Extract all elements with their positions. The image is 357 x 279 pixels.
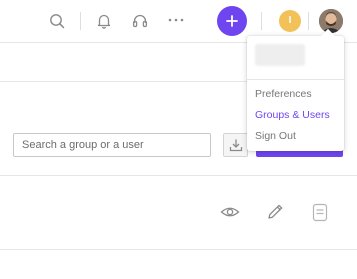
top-bar-divider	[80, 12, 81, 30]
user-info-redacted	[255, 44, 305, 66]
headset-icon[interactable]	[130, 11, 150, 31]
search-icon[interactable]	[47, 11, 67, 31]
divider	[0, 175, 357, 176]
bell-icon[interactable]	[94, 11, 114, 31]
top-bar-divider	[261, 12, 262, 30]
menu-item-preferences[interactable]: Preferences	[255, 88, 312, 100]
user-initial-badge[interactable]: I	[279, 10, 301, 32]
divider	[0, 249, 357, 250]
page: I Search a group or a user Preferences G…	[0, 0, 357, 279]
top-bar-divider	[308, 12, 309, 30]
user-menu: Preferences Groups & Users Sign Out	[247, 28, 344, 151]
eye-icon[interactable]	[219, 201, 241, 223]
download-icon	[229, 139, 243, 152]
search-input[interactable]	[13, 133, 211, 157]
pencil-icon[interactable]	[264, 201, 286, 223]
more-icon[interactable]	[166, 11, 186, 31]
plus-icon	[226, 15, 238, 27]
trash-icon[interactable]	[309, 201, 331, 223]
avatar[interactable]	[319, 9, 343, 33]
user-photo-icon	[319, 9, 343, 33]
export-button[interactable]	[223, 133, 248, 157]
menu-item-groups-users[interactable]: Groups & Users	[255, 109, 330, 121]
menu-item-sign-out[interactable]: Sign Out	[255, 130, 296, 142]
divider	[0, 81, 248, 82]
menu-divider	[247, 79, 344, 80]
create-button[interactable]	[217, 6, 247, 36]
